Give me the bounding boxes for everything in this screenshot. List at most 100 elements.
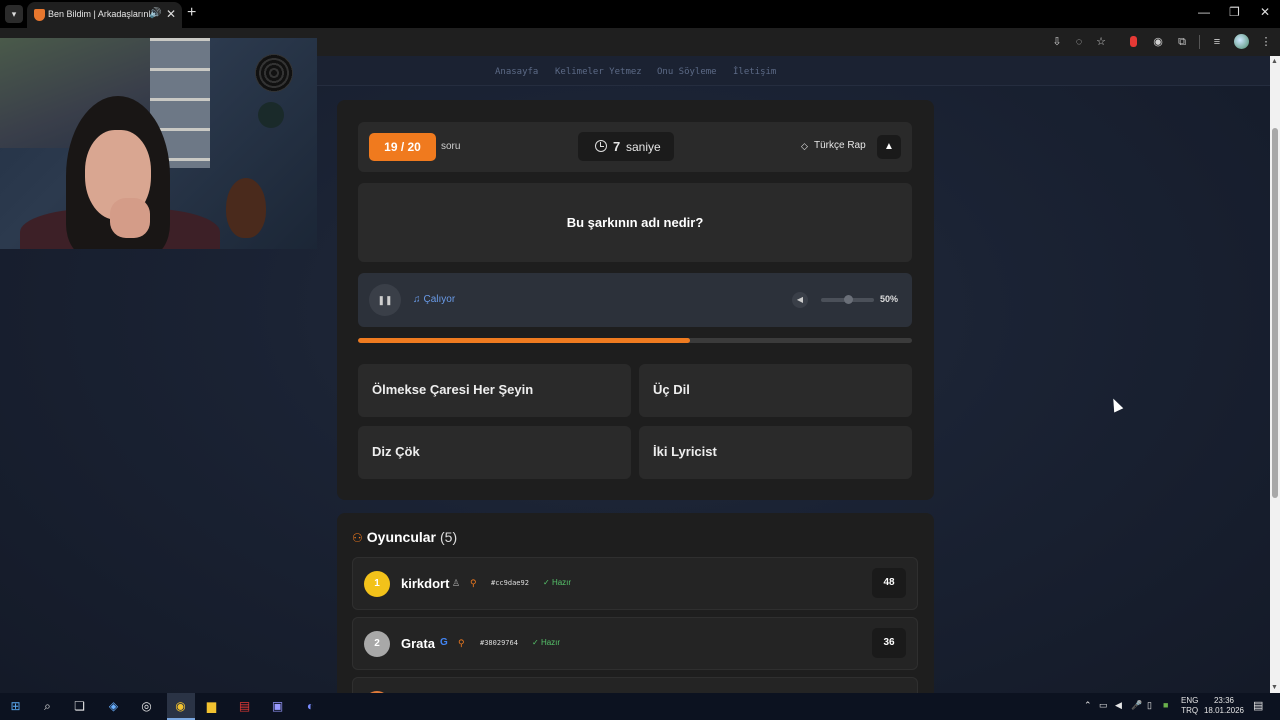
tag-icon: ◇ [801,141,808,151]
question-box: Bu şarkının adı nedir? [358,183,912,262]
audio-player: ❚❚ ♫ Çalıyor ◀ 50% [358,273,912,327]
players-title: Oyuncular [366,529,437,545]
webcam-guitar [226,178,266,238]
timer-unit: saniye [626,140,661,154]
media-control-icon[interactable]: ≡ [1209,34,1225,50]
player-tag: #38029764 [480,639,518,647]
scrollbar-thumb[interactable] [1272,128,1278,498]
player-ready-status: ✓ Hazır [532,638,561,647]
volume-tray-icon[interactable]: ◀ [1115,700,1122,711]
browser-tab[interactable]: Ben Bildim | Arkadaşlarınla 🔊 ✕ [27,2,182,28]
music-note-icon: ♫ [413,294,421,305]
answer-option-4[interactable]: İki Lyricist [639,426,912,479]
copilot-icon[interactable]: ◈ [105,698,122,715]
player-row: 1 kirkdort ♙ ⚲ #cc9dae92 ✓ Hazır 48 [352,557,918,610]
volume-icon[interactable]: ◀ [792,292,808,308]
minimize-button[interactable]: — [1198,5,1210,19]
question-counter-badge: 19 / 20 [369,133,436,161]
song-progress-bar [358,338,912,343]
player-score: 36 [872,628,906,658]
restore-button[interactable]: ❐ [1229,5,1240,19]
player-name: Grata [401,636,435,651]
webcam-wall-decor [258,102,284,128]
quiz-status-bar: 19 / 20 soru 7 saniye ◇ Türkçe Rap ▲ [358,122,912,172]
song-progress-fill [358,338,691,343]
player-ready-status: ✓ Hazır [543,578,572,587]
question-text: Bu şarkının adı nedir? [566,215,704,230]
browser-tab-bar: ▾ Ben Bildim | Arkadaşlarınla 🔊 ✕ + — ❐ … [0,0,1280,28]
tray-overflow-icon[interactable]: ⌃ [1084,700,1092,711]
playing-status-text: Çalıyor [423,294,456,305]
chrome-profile-icon[interactable]: ◐ [302,698,319,715]
user-icon: ♙ [452,578,461,588]
player-score: 48 [872,568,906,598]
input-language[interactable]: ENG TRQ [1181,696,1198,716]
answer-option-1[interactable]: Ölmekse Çaresi Her Şeyin [358,364,631,417]
answer-option-3[interactable]: Diz Çök [358,426,631,479]
scroll-down-arrow-icon[interactable]: ▼ [1271,684,1278,691]
eye-slash-icon[interactable]: ◌ [1071,34,1087,50]
webcam-person-hand [110,198,150,238]
answer-option-2[interactable]: Üç Dil [639,364,912,417]
scroll-up-arrow-icon[interactable]: ▲ [1271,58,1278,65]
network-icon[interactable]: ▭ [1099,700,1108,711]
nav-link-home[interactable]: Anasayfa [495,67,538,77]
profile-avatar[interactable] [1234,34,1249,49]
player-rank-badge: 1 [364,571,390,597]
webcam-overlay [0,38,317,249]
notifications-icon[interactable]: ▤ [1253,699,1263,712]
windows-start-icon[interactable]: ⊞ [7,698,24,715]
volume-slider-thumb[interactable] [843,295,853,304]
voicemeeter-icon[interactable]: ▤ [236,698,253,715]
playing-status: ♫ Çalıyor [413,294,455,305]
player-row [352,677,918,693]
extensions-puzzle-icon[interactable]: ⧉ [1174,34,1190,50]
webcam-wall-record [255,54,293,92]
player-ready-text: Hazır [540,638,561,647]
google-icon: G [440,637,448,648]
player-ready-text: Hazır [551,578,572,587]
pause-button[interactable]: ❚❚ [369,284,401,316]
file-explorer-icon[interactable]: ▆ [203,698,220,715]
toolbar-separator [1199,35,1200,49]
windows-taskbar: ⊞ ⌕ ❏ ◈ ◎ ◉ ▆ ▤ ▣ ◐ ⌃ ▭ ◀ 🎤 ▯ ■ ENG TRQ … [0,693,1280,720]
nav-link-onu-soyleme[interactable]: Onu Söyleme [657,67,717,77]
player-tag: #cc9dae92 [491,579,529,587]
new-tab-button[interactable]: + [187,4,196,22]
add-friend-icon[interactable]: ⚲ [458,638,465,649]
players-card: ⚇ Oyuncular (5) 1 kirkdort ♙ ⚲ #cc9dae92 ✓… [337,513,934,693]
search-icon[interactable]: ⌕ [39,698,56,715]
nav-link-kelimeler-yetmez[interactable]: Kelimeler Yetmez [555,67,642,77]
extension-circle-icon[interactable]: ◉ [1150,34,1166,50]
keyboard-layout: TRQ [1181,706,1199,715]
battery-icon[interactable]: ▯ [1147,700,1152,711]
players-count: (5) [440,529,458,545]
menu-kebab-icon[interactable]: ⋮ [1258,34,1274,50]
nav-link-contact[interactable]: İletişim [733,67,776,77]
volume-slider[interactable] [821,295,874,304]
countdown-timer: 7 saniye [578,132,674,161]
tab-close-button[interactable]: ✕ [166,7,176,21]
page-scrollbar[interactable]: ▲ ▼ [1270,56,1280,693]
chrome-icon[interactable]: ◉ [172,698,189,715]
clock-icon [595,140,607,152]
timer-value: 7 [613,139,621,154]
add-friend-icon[interactable]: ⚲ [470,578,477,589]
bookmark-star-icon[interactable]: ☆ [1093,34,1109,50]
clock-date: 18.01.2026 [1203,706,1245,715]
obs-icon[interactable]: ◎ [138,698,155,715]
microphone-icon[interactable]: 🎤 [1131,700,1142,711]
install-app-icon[interactable]: ⇩ [1049,34,1065,50]
app-tray-icon[interactable]: ■ [1163,700,1168,710]
recording-indicator-icon[interactable] [1130,36,1137,47]
premiere-pro-icon[interactable]: ▣ [269,698,286,715]
close-window-button[interactable]: ✕ [1260,5,1270,19]
tab-search-button[interactable]: ▾ [5,5,23,23]
tab-audio-icon[interactable]: 🔊 [149,8,161,19]
report-warning-button[interactable]: ▲ [877,135,901,159]
system-clock[interactable]: 23:36 18.01.2026 [1202,696,1246,716]
language-code: ENG [1181,696,1199,705]
player-name: kirkdort [401,576,450,591]
task-view-icon[interactable]: ❏ [71,698,88,715]
category-name: Türkçe Rap [814,140,866,151]
